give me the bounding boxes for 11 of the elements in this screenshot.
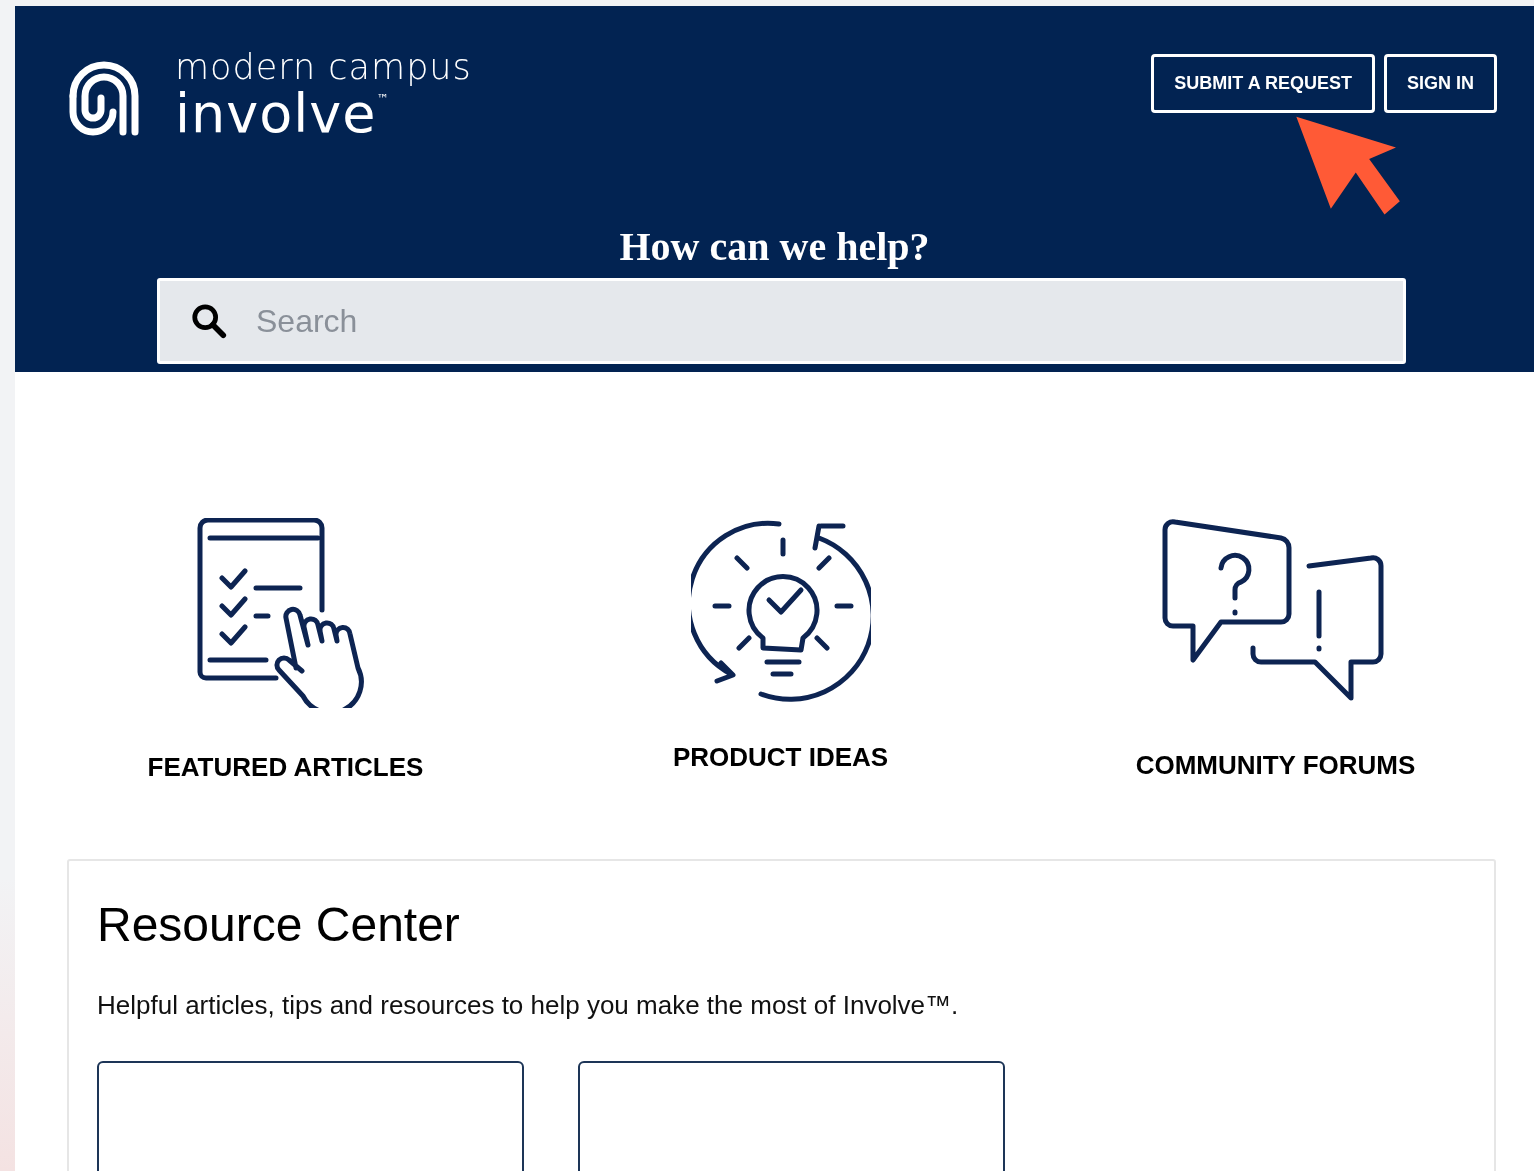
feature-link[interactable]: PRODUCT IDEAS <box>672 742 889 773</box>
page-heading: How can we help? <box>618 223 931 270</box>
feature-link[interactable]: COMMUNITY FORUMS <box>1135 750 1416 781</box>
search-field[interactable]: Search <box>157 278 1406 364</box>
feature-link[interactable]: FEATURED ARTICLES <box>147 752 424 783</box>
section-title: Resource Center <box>97 897 461 952</box>
header-button[interactable]: SUBMIT A REQUEST <box>1151 54 1375 113</box>
header-button[interactable]: SIGN IN <box>1384 54 1497 113</box>
section-description: Helpful articles, tips and resources to help you make the most of Involve™. <box>97 990 960 1021</box>
logo-wordmark: involve$^{™}$ <box>175 87 390 141</box>
logo-text: modern campus <box>175 50 472 85</box>
